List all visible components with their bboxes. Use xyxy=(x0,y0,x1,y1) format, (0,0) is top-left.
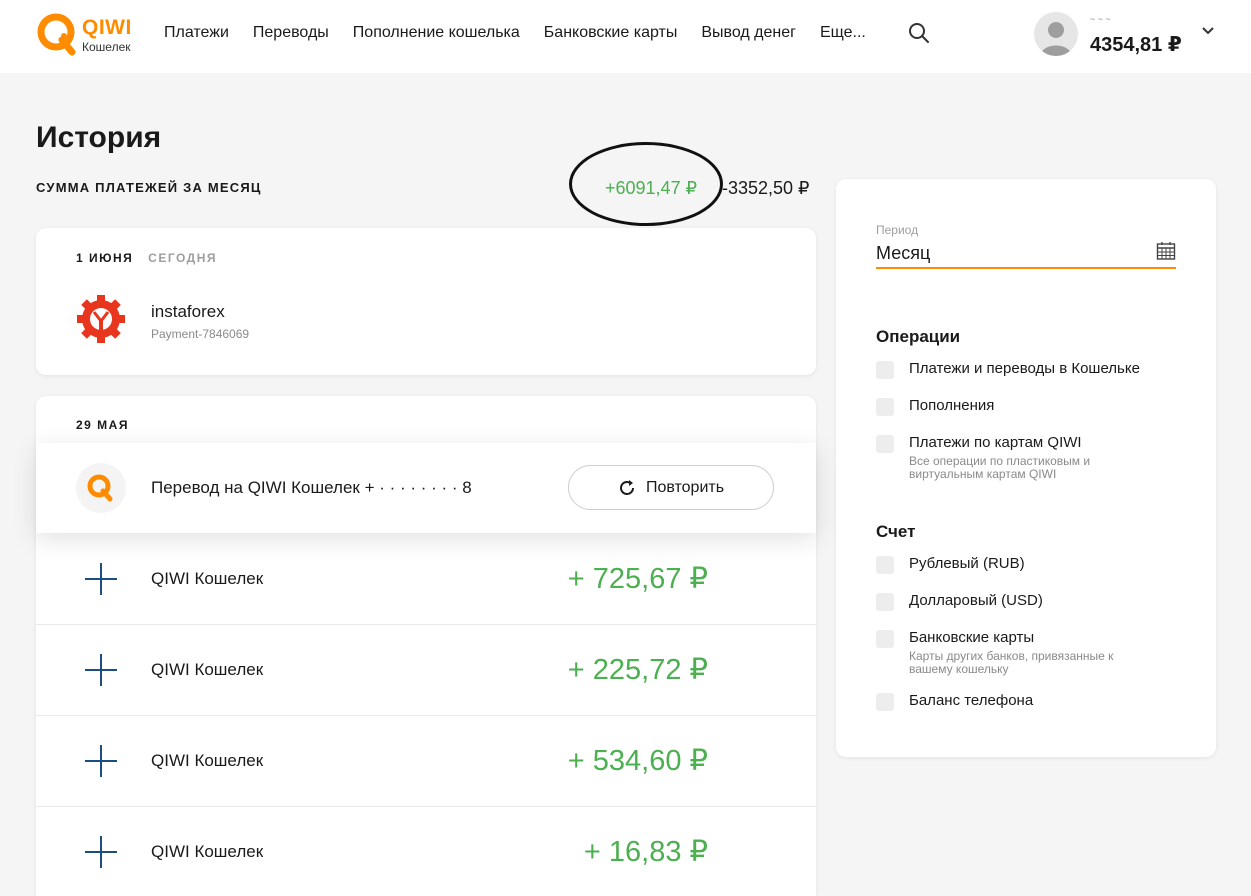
checkbox[interactable] xyxy=(876,361,894,379)
operation-title: Перевод на QIWI Кошелек + · · · · · · · … xyxy=(151,478,472,497)
qiwi-logo[interactable]: QIWI Кошелек xyxy=(36,12,136,58)
row-divider xyxy=(36,624,816,625)
qiwi-logo-icon xyxy=(37,13,76,56)
row-divider xyxy=(36,806,816,807)
operation-title: QIWI Кошелек xyxy=(151,842,264,861)
date-label: 1 ИЮНЯ xyxy=(76,251,134,265)
qiwi-round-logo xyxy=(76,463,126,513)
checkbox-label: Баланс телефона xyxy=(909,692,1034,709)
logo-brand: QIWI xyxy=(82,16,132,39)
operation-amount: + 225,72 ₽ xyxy=(567,654,708,686)
operations-title: Операции xyxy=(876,327,961,346)
plus-icon xyxy=(85,563,117,595)
repeat-button-label: Повторить xyxy=(645,478,725,496)
operation-amount: + 16,83 ₽ xyxy=(583,836,708,868)
operation-amount: + 725,67 ₽ xyxy=(567,563,708,595)
period-input[interactable] xyxy=(876,239,1176,269)
history-group-june-1: 1 ИЮНЯ СЕГОДНЯ instaforex Payment-784606… xyxy=(36,228,816,375)
filter-panel: Период Операции Платежи и переводы в Кош… xyxy=(836,179,1216,757)
checkbox-label: Пополнения xyxy=(909,397,995,414)
repeat-button[interactable]: Повторить xyxy=(568,465,774,510)
operation-title: instaforex xyxy=(151,302,225,321)
top-header: QIWI Кошелек Платежи Переводы Пополнение… xyxy=(0,0,1251,73)
highlight-circle xyxy=(569,142,723,226)
refresh-icon xyxy=(620,479,634,495)
group-date: 29 МАЯ xyxy=(76,418,129,432)
nav-withdraw[interactable]: Вывод денег xyxy=(701,24,796,42)
checkbox[interactable] xyxy=(876,556,894,574)
checkbox-label: Рублевый (RUB) xyxy=(909,555,1025,572)
checkbox-label: Банковские карты xyxy=(909,629,1035,646)
page-title: История xyxy=(36,121,162,154)
date-sublabel: СЕГОДНЯ xyxy=(148,251,217,265)
monthly-expense: -3352,50 ₽ xyxy=(722,178,810,198)
checkbox[interactable] xyxy=(876,398,894,416)
avatar[interactable] xyxy=(1034,12,1078,56)
wallet-balance: 4354,81 ₽ xyxy=(1090,34,1182,56)
operation-title: QIWI Кошелек xyxy=(151,660,264,679)
period-label: Период xyxy=(876,223,919,237)
list-item-hovered[interactable]: Перевод на QIWI Кошелек + · · · · · · · … xyxy=(36,443,816,533)
checkbox-label: Платежи и переводы в Кошельке xyxy=(909,360,1140,377)
checkbox-note: Все операции по пластиковым и виртуальны… xyxy=(909,454,1091,481)
plus-icon xyxy=(85,836,117,868)
nav-bank-cards[interactable]: Банковские карты xyxy=(544,24,678,42)
nav-transfers[interactable]: Переводы xyxy=(253,24,329,42)
nav-more[interactable]: Еще... xyxy=(820,24,866,42)
search-icon[interactable] xyxy=(908,22,930,44)
nav-topup[interactable]: Пополнение кошелька xyxy=(353,24,520,42)
checkbox[interactable] xyxy=(876,593,894,611)
checkbox[interactable] xyxy=(876,630,894,648)
checkbox[interactable] xyxy=(876,693,894,711)
instaforex-logo-icon xyxy=(77,295,125,343)
qiwi-logo-icon xyxy=(87,474,113,502)
row-divider xyxy=(36,715,816,716)
group-date: 1 ИЮНЯ СЕГОДНЯ xyxy=(76,251,217,265)
logo-subtitle: Кошелек xyxy=(82,40,131,54)
date-label: 29 МАЯ xyxy=(76,418,129,432)
checkbox[interactable] xyxy=(876,435,894,453)
monthly-sum-label: СУММА ПЛАТЕЖЕЙ ЗА МЕСЯЦ xyxy=(36,180,262,195)
checkbox-label: Платежи по картам QIWI xyxy=(909,434,1082,451)
checkbox-note: Карты других банков, привязанные к вашем… xyxy=(909,649,1114,676)
user-name: ~ ~ ~ xyxy=(1090,14,1111,24)
calendar-icon[interactable] xyxy=(1156,241,1176,261)
account-title: Счет xyxy=(876,522,916,541)
main-nav: Платежи Переводы Пополнение кошелька Бан… xyxy=(164,24,890,42)
nav-payments[interactable]: Платежи xyxy=(164,24,229,42)
user-avatar-icon xyxy=(1040,22,1072,56)
checkbox-label: Долларовый (USD) xyxy=(909,592,1043,609)
plus-icon xyxy=(85,745,117,777)
operation-subtitle: Payment-7846069 xyxy=(151,327,250,341)
operation-title: QIWI Кошелек xyxy=(151,751,264,770)
plus-icon xyxy=(85,654,117,686)
operation-title: QIWI Кошелек xyxy=(151,569,264,588)
operation-amount: + 534,60 ₽ xyxy=(567,745,708,777)
chevron-down-icon[interactable] xyxy=(1201,26,1215,36)
